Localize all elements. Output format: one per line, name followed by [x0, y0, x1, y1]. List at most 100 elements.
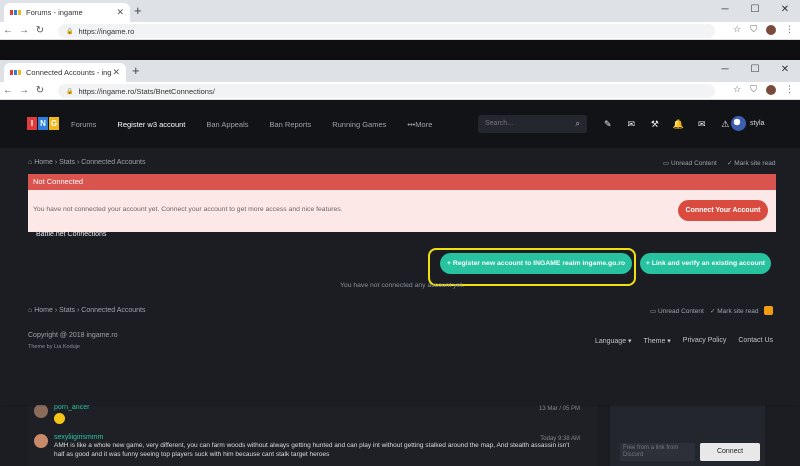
privacy-policy-link[interactable]: Privacy Policy: [683, 337, 727, 345]
breadcrumb-current[interactable]: Connected Accounts: [81, 159, 145, 166]
envelope-icon[interactable]: ✉: [690, 115, 714, 133]
menu-icon[interactable]: ⋮: [785, 84, 794, 95]
theme-credit: Theme by Lia Koduje: [28, 344, 80, 350]
forward-arrow-icon[interactable]: →: [16, 85, 32, 96]
contact-us-link[interactable]: Contact Us: [738, 337, 773, 345]
bell-icon[interactable]: 🔔: [667, 115, 691, 133]
unread-icon: ▭: [663, 160, 671, 167]
profile-avatar[interactable]: [766, 24, 776, 35]
unread-content-link[interactable]: ▭ Unread Content: [650, 307, 704, 315]
breadcrumb: ⌂ Home › Stats › Connected Accounts: [28, 159, 146, 166]
url-field[interactable]: 🔒 https://ingame.ro: [58, 24, 715, 38]
search-placeholder: Search...: [485, 120, 514, 127]
star-icon[interactable]: ☆: [733, 24, 741, 35]
avatar[interactable]: [731, 116, 746, 131]
front-address-bar: ← → ↻ 🔒 https://ingame.ro/Stats/BnetConn…: [0, 82, 800, 100]
mark-site-read-label: Mark site read: [717, 308, 759, 315]
front-browser-window: Connected Accounts - ingame ✕ + ─ ☐ ✕ ← …: [0, 60, 800, 405]
front-tab[interactable]: Connected Accounts - ingame ✕: [4, 63, 126, 82]
window-controls: ─ ☐ ✕: [710, 60, 800, 82]
search-input[interactable]: Search... ⌕: [478, 115, 587, 133]
rss-icon[interactable]: [764, 306, 773, 315]
unread-content-link[interactable]: ▭ Unread Content: [663, 159, 717, 167]
close-window-button[interactable]: ✕: [770, 0, 800, 22]
menu-icon[interactable]: ⋮: [785, 24, 794, 35]
breadcrumb-stats[interactable]: Stats: [59, 159, 75, 166]
smiley-icon: [54, 413, 65, 424]
minimize-button[interactable]: ─: [710, 0, 740, 22]
new-tab-icon[interactable]: +: [132, 63, 140, 78]
mark-site-read-link[interactable]: ✓ Mark site read: [710, 307, 758, 315]
inbox-icon[interactable]: ✉: [620, 115, 644, 133]
unread-content-label: Unread Content: [657, 308, 704, 315]
not-connected-alert: Not Connected You have not connected you…: [28, 174, 776, 232]
gavel-icon[interactable]: ⚒: [643, 115, 667, 133]
avatar: [34, 404, 48, 418]
site-page: I N G Forums Register w3 account Ban App…: [0, 100, 800, 405]
chat-side-panel: Free from a link from Discord Connect: [610, 405, 765, 466]
comment-author[interactable]: sexyliigirismmm: [54, 434, 574, 441]
lock-icon: 🔒: [66, 88, 74, 95]
breadcrumb-stats[interactable]: Stats: [59, 307, 75, 314]
maximize-button[interactable]: ☐: [740, 60, 770, 82]
breadcrumb-home[interactable]: Home: [34, 159, 53, 166]
link-existing-account-button[interactable]: + Link and verify an existing account: [640, 253, 771, 274]
reload-icon[interactable]: ↻: [32, 25, 48, 36]
discord-link-input[interactable]: Free from a link from Discord: [620, 443, 695, 461]
ingame-logo[interactable]: I N G: [27, 117, 59, 130]
back-arrow-icon[interactable]: ←: [0, 25, 16, 36]
maximize-button[interactable]: ☐: [740, 0, 770, 22]
highlight-annotation: [428, 248, 636, 286]
footer-links: Language ▾ Theme ▾ Privacy Policy Contac…: [595, 337, 773, 345]
back-tab-title: Forums - ingame: [26, 8, 83, 17]
language-menu[interactable]: Language ▾: [595, 337, 632, 345]
back-arrow-icon[interactable]: ←: [0, 85, 16, 96]
nav-more[interactable]: •••More: [407, 120, 432, 129]
star-icon[interactable]: ☆: [733, 84, 741, 95]
mark-site-read-link[interactable]: ✓ Mark site read: [727, 159, 775, 167]
breadcrumb: ⌂ Home › Stats › Connected Accounts: [28, 307, 146, 314]
close-icon[interactable]: ✕: [116, 7, 124, 18]
unread-content-label: Unread Content: [670, 160, 717, 167]
nav-forums[interactable]: Forums: [71, 120, 96, 129]
shield-icon[interactable]: ⛉: [750, 24, 757, 35]
user-menu[interactable]: styla: [750, 120, 764, 127]
copyright: Copyright @ 2018 ingame.ro: [28, 332, 118, 339]
user-bar-icons: ✎ ✉ ⚒ 🔔 ✉ ⚠: [596, 115, 737, 133]
theme-menu[interactable]: Theme ▾: [644, 337, 671, 345]
nav-ban-appeals[interactable]: Ban Appeals: [206, 120, 248, 129]
comments-list: porn_ancer 13 Mar / 05 PM sexyliigirismm…: [28, 400, 598, 466]
minimize-button[interactable]: ─: [710, 60, 740, 82]
front-tab-bar: Connected Accounts - ingame ✕ + ─ ☐ ✕: [0, 60, 800, 82]
avatar: [34, 434, 48, 448]
comment-time: Today 9:38 AM: [540, 436, 580, 442]
unread-icon: ▭: [650, 308, 658, 315]
back-page-header: [0, 40, 800, 60]
mark-site-read-label: Mark site read: [734, 160, 776, 167]
profile-avatar[interactable]: [766, 84, 776, 95]
search-icon[interactable]: ⌕: [576, 115, 580, 133]
connect-your-account-button[interactable]: Connect Your Account: [678, 200, 768, 221]
back-address-bar: ← → ↻ 🔒 https://ingame.ro ☆ ⛉ ⋮: [0, 22, 800, 40]
alert-body: You have not connected your account yet.…: [28, 190, 776, 232]
link-button-label: Link and verify an existing account: [651, 260, 766, 267]
close-window-button[interactable]: ✕: [770, 60, 800, 82]
pencil-icon[interactable]: ✎: [596, 115, 620, 133]
shield-icon[interactable]: ⛉: [750, 84, 757, 95]
new-tab-icon[interactable]: +: [134, 3, 142, 18]
nav-ban-reports[interactable]: Ban Reports: [270, 120, 312, 129]
url-field[interactable]: 🔒 https://ingame.ro/Stats/BnetConnection…: [58, 84, 715, 98]
breadcrumb-home[interactable]: Home: [34, 307, 53, 314]
breadcrumb-current[interactable]: Connected Accounts: [81, 307, 145, 314]
empty-state-text: You have not connected any account yet.: [340, 282, 465, 289]
url-text: https://ingame.ro/Stats/BnetConnections/: [78, 86, 215, 96]
connect-button[interactable]: Connect: [700, 443, 760, 461]
back-tab[interactable]: Forums - ingame ✕: [4, 3, 130, 22]
logo-letter: N: [38, 117, 48, 130]
nav-running-games[interactable]: Running Games: [332, 120, 386, 129]
nav-register-w3[interactable]: Register w3 account: [117, 120, 185, 129]
comment-author[interactable]: porn_ancer: [54, 404, 89, 411]
close-icon[interactable]: ✕: [112, 67, 120, 78]
forward-arrow-icon[interactable]: →: [16, 25, 32, 36]
reload-icon[interactable]: ↻: [32, 85, 48, 96]
